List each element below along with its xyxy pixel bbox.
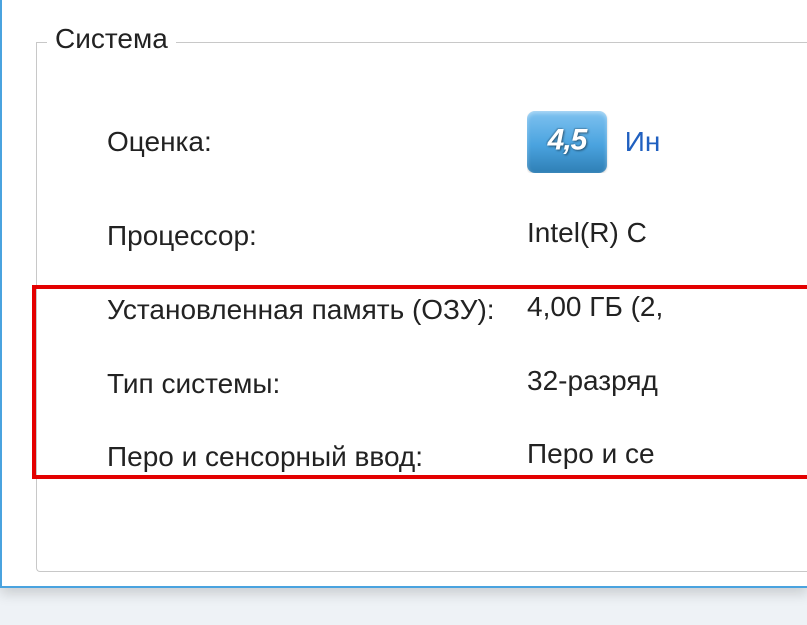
system-type-value: 32-разряд <box>527 365 807 397</box>
memory-value: 4,00 ГБ (2, <box>527 291 807 323</box>
processor-value: Intel(R) C <box>527 217 807 249</box>
property-rows: Оценка: 4,5 Ин Процессор: Intel(R) C Уст… <box>37 43 807 494</box>
pen-touch-value: Перо и се <box>527 438 807 470</box>
memory-row: Установленная память (ОЗУ): 4,00 ГБ (2, <box>107 273 807 347</box>
wei-score: 4,5 <box>548 123 587 157</box>
pen-touch-label: Перо и сенсорный ввод: <box>107 438 527 476</box>
wei-badge-icon: 4,5 <box>527 111 607 173</box>
system-properties-panel: Система Оценка: 4,5 Ин Процессор: Intel(… <box>0 0 807 588</box>
system-type-row: Тип системы: 32-разряд <box>107 347 807 421</box>
rating-row: Оценка: 4,5 Ин <box>107 93 807 199</box>
wei-link[interactable]: Ин <box>625 126 661 157</box>
system-type-label: Тип системы: <box>107 365 527 403</box>
rating-label: Оценка: <box>107 123 527 161</box>
processor-row: Процессор: Intel(R) C <box>107 199 807 273</box>
rating-value: 4,5 Ин <box>527 111 807 173</box>
processor-label: Процессор: <box>107 217 527 255</box>
memory-label: Установленная память (ОЗУ): <box>107 291 527 329</box>
pen-touch-row: Перо и сенсорный ввод: Перо и се <box>107 420 807 494</box>
system-group: Система Оценка: 4,5 Ин Процессор: Intel(… <box>36 42 807 572</box>
group-title: Система <box>47 23 176 55</box>
